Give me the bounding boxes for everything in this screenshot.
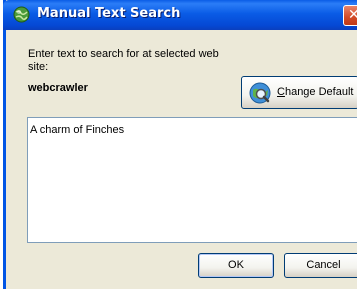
cancel-label: Cancel: [306, 259, 341, 271]
globe-magnifier-icon: [249, 82, 271, 104]
ok-label: OK: [228, 259, 244, 271]
selected-site-name: webcrawler: [28, 82, 88, 94]
change-default-button[interactable]: Change Default: [241, 76, 357, 109]
close-icon: ✕: [348, 7, 357, 23]
search-prompt-label: Enter text to search for at selected web…: [28, 48, 219, 73]
search-text-field[interactable]: A charm of Finches: [27, 117, 357, 243]
globe-search-icon: [13, 6, 30, 23]
close-button[interactable]: ✕: [343, 5, 357, 26]
window-title: Manual Text Search: [37, 6, 181, 21]
change-default-label: Change Default: [277, 86, 354, 98]
manual-text-search-dialog: Manual Text Search ✕ Enter text to searc…: [3, 0, 357, 289]
ok-button[interactable]: OK: [198, 253, 274, 278]
title-bar[interactable]: Manual Text Search ✕: [3, 0, 357, 30]
cancel-button[interactable]: Cancel: [284, 253, 357, 278]
